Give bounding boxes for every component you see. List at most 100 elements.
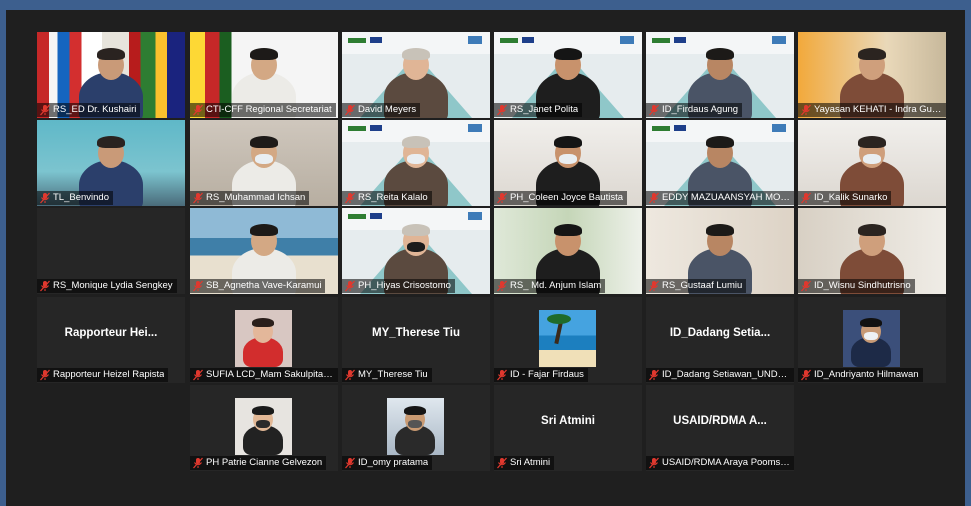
participant-display-name: Sri Atmini bbox=[541, 415, 595, 427]
participant-tile[interactable]: TL_Benvindo bbox=[37, 120, 185, 206]
participant-name: Sri Atmini bbox=[510, 457, 551, 468]
muted-microphone-icon bbox=[801, 280, 811, 292]
muted-microphone-icon bbox=[40, 369, 50, 381]
participant-name-label: RS_Reita Kalalo bbox=[342, 191, 432, 205]
participant-name-label: RS_ Md. Anjum Islam bbox=[494, 279, 606, 293]
muted-microphone-icon bbox=[345, 457, 355, 469]
participant-name-label: PH_Hiyas Crisostomo bbox=[342, 279, 455, 293]
participant-name-label: PH Patrie Cianne Gelvezon bbox=[190, 456, 327, 470]
muted-microphone-icon bbox=[345, 369, 355, 381]
muted-microphone-icon bbox=[40, 192, 50, 204]
participant-name: CTI-CFF Regional Secretariat bbox=[206, 104, 332, 115]
participant-name-label: RS_ED Dr. Kushairi bbox=[37, 103, 141, 117]
participant-name-label: ID_Andriyanto Hilmawan bbox=[798, 368, 923, 382]
participant-name-label: EDDY MAZUAANSYAH MOHD... bbox=[646, 191, 794, 205]
gallery-view: RS_ED Dr. Kushairi CTI-CFF Regional Secre… bbox=[6, 10, 965, 506]
participant-tile[interactable]: ID_Dadang Setia... ID_Dadang Setiawan_UND… bbox=[646, 297, 794, 383]
participant-tile[interactable]: MY_Therese Tiu MY_Therese Tiu bbox=[342, 297, 490, 383]
participant-name-label: SB_Agnetha Vave-Karamui bbox=[190, 279, 326, 293]
participant-tile[interactable]: EDDY MAZUAANSYAH MOHD... bbox=[646, 120, 794, 206]
muted-microphone-icon bbox=[193, 104, 203, 116]
profile-photo bbox=[387, 398, 444, 455]
participant-tile[interactable]: RS_Muhammad Ichsan bbox=[190, 120, 338, 206]
participant-name-label: RS_Muhammad Ichsan bbox=[190, 191, 310, 205]
participant-name-label: ID_Firdaus Agung bbox=[646, 103, 743, 117]
participant-tile[interactable]: ID - Fajar Firdaus bbox=[494, 297, 642, 383]
muted-microphone-icon bbox=[345, 104, 355, 116]
participant-name: RS_ED Dr. Kushairi bbox=[53, 104, 137, 115]
participant-name: SB_Agnetha Vave-Karamui bbox=[206, 280, 322, 291]
participant-tile[interactable]: ID_omy pratama bbox=[342, 385, 490, 471]
participant-tile[interactable]: SUFIA LCD_Mam Sakulpitakph... bbox=[190, 297, 338, 383]
participant-name: ID_Wisnu Sindhutrisno bbox=[814, 280, 911, 291]
muted-microphone-icon bbox=[801, 192, 811, 204]
participant-name-label: MY_Therese Tiu bbox=[342, 368, 432, 382]
participant-tile[interactable]: PH_Hiyas Crisostomo bbox=[342, 208, 490, 294]
participant-name: ID_Andriyanto Hilmawan bbox=[814, 369, 919, 380]
participant-tile[interactable]: ID_Wisnu Sindhutrisno bbox=[798, 208, 946, 294]
participant-name: ID_Dadang Setiawan_UNDP A... bbox=[662, 369, 792, 380]
muted-microphone-icon bbox=[193, 192, 203, 204]
participant-name: RS_Monique Lydia Sengkey bbox=[53, 280, 173, 291]
participant-tile[interactable]: Rapporteur Hei... Rapporteur Heizel Rapis… bbox=[37, 297, 185, 383]
participant-name: MY_Therese Tiu bbox=[358, 369, 428, 380]
participant-tile[interactable]: RS_ Md. Anjum Islam bbox=[494, 208, 642, 294]
participant-tile[interactable]: Sri Atmini Sri Atmini bbox=[494, 385, 642, 471]
muted-microphone-icon bbox=[801, 104, 811, 116]
participant-name-label: RS_Gustaaf Lumiu bbox=[646, 279, 747, 293]
participant-name-label: TL_Benvindo bbox=[37, 191, 113, 205]
participant-display-name: ID_Dadang Setia... bbox=[669, 327, 771, 339]
participant-name: ID - Fajar Firdaus bbox=[510, 369, 584, 380]
participant-name: Yayasan KEHATI - Indra Guna... bbox=[814, 104, 944, 115]
participant-name-label: ID - Fajar Firdaus bbox=[494, 368, 588, 382]
muted-microphone-icon bbox=[649, 457, 659, 469]
participant-display-name: Rapporteur Hei... bbox=[64, 327, 158, 339]
participant-name: SUFIA LCD_Mam Sakulpitakph... bbox=[206, 369, 336, 380]
participant-name: ID_omy pratama bbox=[358, 457, 429, 468]
participant-tile[interactable]: ID_Andriyanto Hilmawan bbox=[798, 297, 946, 383]
muted-microphone-icon bbox=[193, 369, 203, 381]
participant-name-label: RS_Janet Polita bbox=[494, 103, 583, 117]
participant-name-label: David Meyers bbox=[342, 103, 421, 117]
participant-display-name: MY_Therese Tiu bbox=[372, 327, 460, 339]
participant-name: RS_Janet Polita bbox=[510, 104, 579, 115]
participant-name: PH_Coleen Joyce Bautista bbox=[510, 192, 624, 203]
participant-name-label: Rapporteur Heizel Rapista bbox=[37, 368, 169, 382]
muted-microphone-icon bbox=[497, 369, 507, 381]
participant-name: RS_Gustaaf Lumiu bbox=[662, 280, 743, 291]
participant-tile[interactable]: David Meyers bbox=[342, 32, 490, 118]
participant-tile[interactable]: RS_Reita Kalalo bbox=[342, 120, 490, 206]
participant-name: TL_Benvindo bbox=[53, 192, 109, 203]
participant-name-label: SUFIA LCD_Mam Sakulpitakph... bbox=[190, 368, 338, 382]
participant-name: ID_Kalik Sunarko bbox=[814, 192, 888, 203]
participant-name-label: ID_omy pratama bbox=[342, 456, 433, 470]
participant-tile[interactable]: PH Patrie Cianne Gelvezon bbox=[190, 385, 338, 471]
participant-tile[interactable]: SB_Agnetha Vave-Karamui bbox=[190, 208, 338, 294]
participant-name: Rapporteur Heizel Rapista bbox=[53, 369, 165, 380]
participant-tile[interactable]: CTI-CFF Regional Secretariat bbox=[190, 32, 338, 118]
participant-tile[interactable]: ID_Kalik Sunarko bbox=[798, 120, 946, 206]
muted-microphone-icon bbox=[345, 192, 355, 204]
participant-tile[interactable]: PH_Coleen Joyce Bautista bbox=[494, 120, 642, 206]
profile-photo bbox=[235, 310, 292, 367]
participant-tile[interactable]: RS_Gustaaf Lumiu bbox=[646, 208, 794, 294]
profile-photo bbox=[539, 310, 596, 367]
participant-tile[interactable]: RS_ED Dr. Kushairi bbox=[37, 32, 185, 118]
participant-tile[interactable]: ID_Firdaus Agung bbox=[646, 32, 794, 118]
participant-name-label: ID_Wisnu Sindhutrisno bbox=[798, 279, 915, 293]
muted-microphone-icon bbox=[801, 369, 811, 381]
participant-tile[interactable]: RS_Monique Lydia Sengkey bbox=[37, 208, 185, 294]
participant-tile[interactable]: USAID/RDMA A... USAID/RDMA Araya Poomsari… bbox=[646, 385, 794, 471]
participant-name-label: PH_Coleen Joyce Bautista bbox=[494, 191, 628, 205]
participant-name-label: ID_Kalik Sunarko bbox=[798, 191, 892, 205]
participant-name: RS_Muhammad Ichsan bbox=[206, 192, 306, 203]
muted-microphone-icon bbox=[497, 280, 507, 292]
participant-name-label: ID_Dadang Setiawan_UNDP A... bbox=[646, 368, 794, 382]
participant-tile[interactable]: Yayasan KEHATI - Indra Guna... bbox=[798, 32, 946, 118]
participant-name-label: CTI-CFF Regional Secretariat bbox=[190, 103, 336, 117]
participant-name-label: RS_Monique Lydia Sengkey bbox=[37, 279, 177, 293]
muted-microphone-icon bbox=[345, 280, 355, 292]
participant-name: PH Patrie Cianne Gelvezon bbox=[206, 457, 323, 468]
participant-tile[interactable]: RS_Janet Polita bbox=[494, 32, 642, 118]
participant-name: USAID/RDMA Araya Poomsari... bbox=[662, 457, 792, 468]
